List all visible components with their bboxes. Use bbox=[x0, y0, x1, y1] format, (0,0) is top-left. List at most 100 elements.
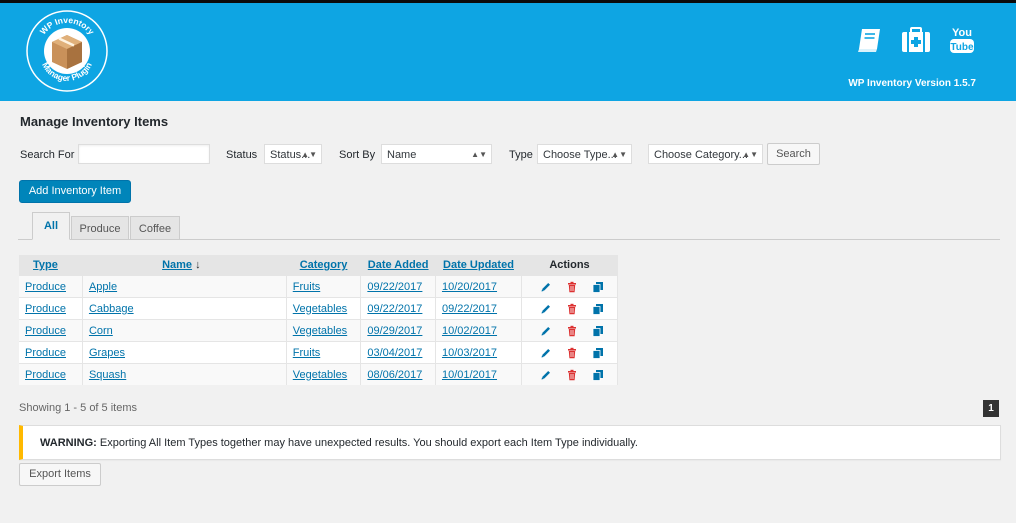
duplicate-icon[interactable] bbox=[592, 281, 604, 293]
select-arrows-icon: ▲▼ bbox=[611, 150, 627, 159]
header-icons: You Tube bbox=[854, 24, 978, 56]
duplicate-icon[interactable] bbox=[592, 369, 604, 381]
duplicate-icon[interactable] bbox=[592, 303, 604, 315]
warning-text: Exporting All Item Types together may ha… bbox=[99, 437, 638, 449]
duplicate-icon[interactable] bbox=[592, 347, 604, 359]
date-updated-link[interactable]: 09/22/2017 bbox=[442, 303, 497, 315]
category-link[interactable]: Vegetables bbox=[293, 325, 347, 337]
date-updated-link[interactable]: 10/03/2017 bbox=[442, 347, 497, 359]
top-edge bbox=[0, 0, 1016, 3]
select-arrows-icon: ▲▼ bbox=[471, 150, 487, 159]
cell-date-updated: 09/22/2017 bbox=[435, 297, 523, 320]
edit-icon[interactable] bbox=[540, 303, 552, 315]
filter-bar: Search For Status Status... ▲▼ Sort By N… bbox=[20, 143, 1010, 166]
cell-date-added: 09/29/2017 bbox=[360, 319, 436, 342]
date-added-link[interactable]: 08/06/2017 bbox=[367, 369, 422, 381]
cell-category: Fruits bbox=[286, 341, 362, 364]
showing-count: Showing 1 - 5 of 5 items bbox=[19, 402, 138, 414]
type-label: Type bbox=[509, 149, 533, 161]
sort-name-link[interactable]: Name bbox=[162, 259, 192, 271]
category-link[interactable]: Vegetables bbox=[293, 303, 347, 315]
cell-actions bbox=[521, 363, 618, 385]
date-updated-link[interactable]: 10/01/2017 bbox=[442, 369, 497, 381]
logo[interactable]: WP Inventory Manager Plugin bbox=[26, 10, 108, 92]
category-link[interactable]: Vegetables bbox=[293, 369, 347, 381]
duplicate-icon[interactable] bbox=[592, 325, 604, 337]
delete-icon[interactable] bbox=[566, 281, 578, 293]
type-link[interactable]: Produce bbox=[25, 303, 66, 315]
page-title: Manage Inventory Items bbox=[20, 114, 169, 129]
delete-icon[interactable] bbox=[566, 325, 578, 337]
category-select[interactable]: Choose Category... ▲▼ bbox=[648, 144, 763, 164]
cell-type: Produce bbox=[19, 363, 83, 385]
cell-category: Vegetables bbox=[286, 363, 362, 385]
type-link[interactable]: Produce bbox=[25, 325, 66, 337]
type-link[interactable]: Produce bbox=[25, 347, 66, 359]
type-select[interactable]: Choose Type... ▲▼ bbox=[537, 144, 632, 164]
col-date-added[interactable]: Date Added bbox=[360, 255, 436, 276]
col-category[interactable]: Category bbox=[286, 255, 361, 276]
medkit-icon[interactable] bbox=[900, 24, 932, 56]
name-link[interactable]: Cabbage bbox=[89, 303, 134, 315]
tab-all[interactable]: All bbox=[32, 212, 70, 240]
category-select-value: Choose Category... bbox=[654, 149, 748, 161]
edit-icon[interactable] bbox=[540, 369, 552, 381]
sort-category-link[interactable]: Category bbox=[300, 259, 348, 271]
date-updated-link[interactable]: 10/02/2017 bbox=[442, 325, 497, 337]
warning-label: WARNING: bbox=[40, 437, 97, 449]
cell-actions bbox=[521, 297, 618, 320]
date-updated-link[interactable]: 10/20/2017 bbox=[442, 281, 497, 293]
date-added-link[interactable]: 09/29/2017 bbox=[367, 325, 422, 337]
youtube-icon[interactable]: You Tube bbox=[946, 24, 978, 56]
category-link[interactable]: Fruits bbox=[293, 281, 321, 293]
cell-date-updated: 10/02/2017 bbox=[435, 319, 523, 342]
name-link[interactable]: Corn bbox=[89, 325, 113, 337]
name-link[interactable]: Squash bbox=[89, 369, 126, 381]
inventory-table: Type Name ↓ Category Date Added Date Upd… bbox=[19, 255, 618, 385]
name-link[interactable]: Apple bbox=[89, 281, 117, 293]
sort-date-updated-link[interactable]: Date Updated bbox=[443, 259, 514, 271]
cell-type: Produce bbox=[19, 341, 83, 364]
edit-icon[interactable] bbox=[540, 281, 552, 293]
status-select[interactable]: Status... ▲▼ bbox=[264, 144, 322, 164]
category-link[interactable]: Fruits bbox=[293, 347, 321, 359]
edit-icon[interactable] bbox=[540, 325, 552, 337]
cell-type: Produce bbox=[19, 297, 83, 320]
page-number[interactable]: 1 bbox=[983, 400, 999, 417]
status-label: Status bbox=[226, 149, 258, 161]
delete-icon[interactable] bbox=[566, 369, 578, 381]
tab-coffee[interactable]: Coffee bbox=[130, 216, 180, 240]
cell-name: Grapes bbox=[82, 341, 287, 364]
cell-date-added: 08/06/2017 bbox=[360, 363, 436, 385]
cell-date-updated: 10/20/2017 bbox=[435, 275, 523, 298]
date-added-link[interactable]: 03/04/2017 bbox=[367, 347, 422, 359]
book-icon[interactable] bbox=[854, 24, 886, 56]
table-header-row: Type Name ↓ Category Date Added Date Upd… bbox=[19, 255, 618, 276]
search-button[interactable]: Search bbox=[767, 143, 820, 165]
cell-date-added: 09/22/2017 bbox=[360, 297, 436, 320]
edit-icon[interactable] bbox=[540, 347, 552, 359]
sort-select[interactable]: Name ▲▼ bbox=[381, 144, 492, 164]
name-link[interactable]: Grapes bbox=[89, 347, 125, 359]
date-added-link[interactable]: 09/22/2017 bbox=[367, 303, 422, 315]
type-link[interactable]: Produce bbox=[25, 281, 66, 293]
tab-produce[interactable]: Produce bbox=[71, 216, 129, 240]
col-type[interactable]: Type bbox=[19, 255, 83, 276]
delete-icon[interactable] bbox=[566, 347, 578, 359]
cell-name: Cabbage bbox=[82, 297, 287, 320]
sort-date-added-link[interactable]: Date Added bbox=[368, 259, 429, 271]
cell-type: Produce bbox=[19, 275, 83, 298]
search-input[interactable] bbox=[78, 144, 210, 164]
date-added-link[interactable]: 09/22/2017 bbox=[367, 281, 422, 293]
col-date-updated[interactable]: Date Updated bbox=[435, 255, 522, 276]
search-label: Search For bbox=[20, 149, 75, 161]
col-name[interactable]: Name ↓ bbox=[82, 255, 287, 276]
export-items-button[interactable]: Export Items bbox=[19, 463, 101, 486]
sort-type-link[interactable]: Type bbox=[33, 259, 58, 271]
delete-icon[interactable] bbox=[566, 303, 578, 315]
cell-category: Fruits bbox=[286, 275, 362, 298]
sort-arrow-icon: ↓ bbox=[195, 259, 201, 271]
type-link[interactable]: Produce bbox=[25, 369, 66, 381]
col-actions: Actions bbox=[521, 255, 618, 276]
add-inventory-item-button[interactable]: Add Inventory Item bbox=[19, 180, 131, 203]
